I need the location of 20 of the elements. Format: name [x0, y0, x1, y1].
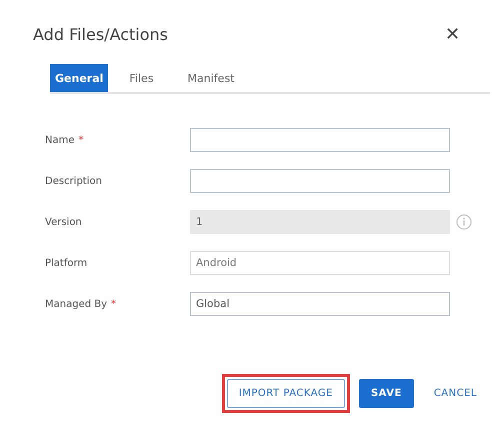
required-mark: * [111, 298, 116, 310]
tab[interactable]: General [50, 64, 108, 92]
import-button[interactable]: IMPORT PACKAGE [226, 379, 345, 408]
info-icon[interactable] [456, 214, 472, 230]
field-label: Platform [45, 258, 88, 268]
tab[interactable]: Manifest [174, 64, 248, 92]
field-label: Name [45, 134, 75, 146]
input-field[interactable]: Global [190, 292, 450, 316]
input-field[interactable] [190, 128, 450, 152]
tab[interactable]: Files [116, 64, 167, 92]
save-button[interactable]: SAVE [358, 379, 414, 408]
field-label: Managed By [45, 298, 108, 310]
dialog-title: Add Files/Actions [33, 24, 168, 44]
cancel-button[interactable]: CANCEL [428, 379, 483, 408]
input-field[interactable] [190, 169, 450, 193]
input-field[interactable]: Android [190, 251, 450, 275]
field-label: Version [45, 216, 82, 228]
required-mark: * [78, 134, 84, 146]
field-label: Description [45, 176, 102, 186]
close-button[interactable]: ✕ [445, 23, 460, 45]
